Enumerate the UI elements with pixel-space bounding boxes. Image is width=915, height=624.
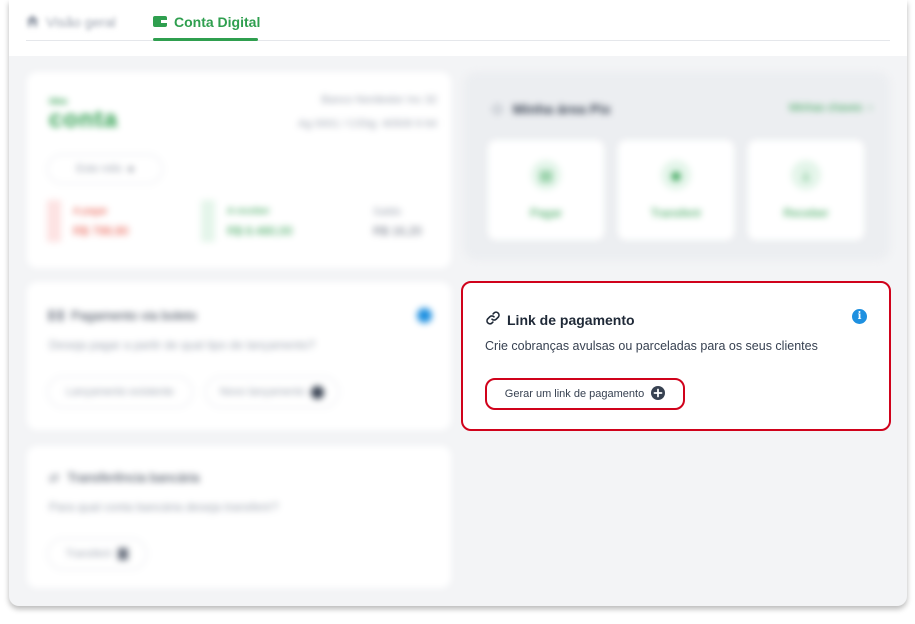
my-keys-link[interactable]: Minhas chaves › — [789, 102, 872, 114]
transfer-button[interactable]: Transferir — [47, 538, 147, 570]
app-window: Visão geral Conta Digital idea conta Ban… — [9, 0, 907, 606]
boleto-title: Pagamento via boleto — [49, 308, 197, 323]
to-receive-label: A receber — [227, 206, 270, 217]
payment-link-card: Link de pagamento i Crie cobranças avuls… — [461, 281, 891, 431]
boleto-title-text: Pagamento via boleto — [71, 308, 197, 323]
pix-receive-tile[interactable]: ⤓ Receber — [748, 140, 864, 240]
transfer-subtitle: Para qual conta bancária deseja transfer… — [49, 500, 279, 514]
payment-link-description: Crie cobranças avulsas ou parceladas par… — [485, 339, 818, 353]
chain-link-icon — [485, 310, 501, 329]
existing-entry-label: Lançamento existente — [66, 386, 174, 398]
boleto-payment-card: Pagamento via boleto Deseja pagar a part… — [27, 282, 451, 430]
tab-overview-label: Visão geral — [46, 14, 116, 30]
transfer-title-text: Transferência bancária — [67, 470, 200, 485]
logo-small-text: idea — [49, 96, 68, 106]
tab-conta-digital[interactable]: Conta Digital — [153, 14, 260, 30]
tab-overview[interactable]: Visão geral — [26, 14, 116, 30]
pix-pay-label: Pagar — [529, 206, 563, 220]
pix-icon: ◇ — [492, 100, 503, 116]
chevron-right-icon: › — [868, 102, 872, 114]
transfer-icon: ◆ — [661, 160, 691, 190]
boleto-subtitle: Deseja pagar a partir de qual tipo de la… — [49, 338, 316, 352]
info-icon[interactable]: i — [852, 309, 867, 324]
home-icon — [26, 14, 39, 30]
pix-transfer-label: Transferir — [650, 206, 702, 220]
bank-transfer-card: ⇄ Transferência bancária Para qual conta… — [27, 446, 451, 588]
period-select[interactable]: Este mês ▾ — [47, 154, 163, 184]
barcode-icon — [49, 310, 63, 321]
my-keys-link-text: Minhas chaves — [788, 102, 863, 114]
chevron-down-icon: ▾ — [128, 163, 134, 176]
bank-icon — [118, 548, 129, 560]
payment-link-title-text: Link de pagamento — [507, 311, 635, 328]
to-pay-value: R$ 799,90 — [73, 224, 129, 238]
to-receive-value: R$ 8.480,00 — [227, 224, 293, 238]
wallet-icon — [153, 14, 167, 30]
new-entry-label: Novo lançamento — [219, 386, 306, 398]
pix-title: ◇ Minha área Pix — [492, 100, 611, 117]
plus-circle-icon — [311, 385, 325, 399]
active-tab-indicator — [153, 38, 258, 41]
to-pay-block[interactable]: A pagar R$ 799,90 — [47, 200, 167, 242]
new-entry-button[interactable]: Novo lançamento — [205, 376, 339, 408]
info-icon[interactable] — [417, 308, 432, 323]
plus-circle-icon — [651, 385, 666, 403]
account-summary-card: idea conta Banco Nordestor Inc 32 Ag 000… — [27, 72, 451, 268]
tab-conta-digital-label: Conta Digital — [174, 14, 261, 30]
logo-large-text: conta — [49, 106, 119, 133]
pix-transfer-tile[interactable]: ◆ Transferir — [618, 140, 734, 240]
receive-icon: ⤓ — [791, 160, 821, 190]
top-tab-bar: Visão geral Conta Digital — [9, 0, 907, 56]
brand-logo: idea conta — [49, 96, 118, 134]
bank-info-line2: Ag 0001 / C/Dig: 40509 9 64 — [298, 118, 437, 130]
to-pay-label: A pagar — [73, 206, 108, 217]
pay-icon: ▤ — [531, 160, 561, 190]
pix-receive-label: Receber — [783, 206, 829, 220]
balance-value: R$ 16,20 — [373, 224, 422, 238]
existing-entry-button[interactable]: Lançamento existente — [47, 376, 193, 408]
pix-pay-tile[interactable]: ▤ Pagar — [488, 140, 604, 240]
transfer-button-label: Transferir — [65, 548, 113, 560]
bank-info-line1: Banco Nordestor Inc 32 — [321, 94, 437, 106]
transfer-title: ⇄ Transferência bancária — [49, 470, 200, 485]
transfer-arrows-icon: ⇄ — [49, 470, 60, 485]
generate-payment-link-label: Gerar um link de pagamento — [504, 388, 645, 400]
balance-label: Saldo — [373, 206, 402, 218]
payment-link-title: Link de pagamento — [485, 310, 635, 329]
to-receive-block[interactable]: A receber R$ 8.480,00 — [201, 200, 341, 242]
pix-title-text: Minha área Pix — [512, 100, 611, 117]
generate-payment-link-button[interactable]: Gerar um link de pagamento — [485, 378, 685, 410]
period-select-value: Este mês — [76, 163, 123, 175]
